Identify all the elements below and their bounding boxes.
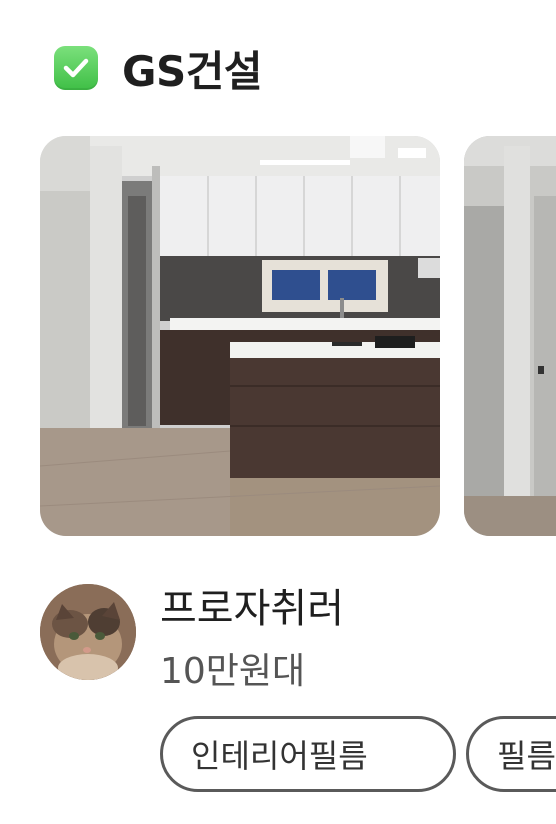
tag-chip[interactable]: 필름 (466, 716, 556, 792)
brand-header: GS건설 (54, 40, 263, 96)
check-icon (54, 46, 98, 90)
user-nickname[interactable]: 프로자취러 (160, 576, 344, 634)
tag-list: 인테리어필름 필름 (160, 716, 556, 798)
kitchen-photo[interactable] (40, 136, 440, 536)
brand-title: GS건설 (122, 46, 263, 96)
user-info[interactable]: 프로자취러 10만원대 인테리어필름 필름 (40, 576, 556, 816)
price-range: 10만원대 (160, 651, 306, 692)
tag-chip[interactable]: 인테리어필름 (160, 716, 456, 792)
avatar[interactable] (40, 584, 136, 680)
photo-carousel[interactable] (40, 136, 556, 536)
interior-photo[interactable] (464, 136, 556, 536)
